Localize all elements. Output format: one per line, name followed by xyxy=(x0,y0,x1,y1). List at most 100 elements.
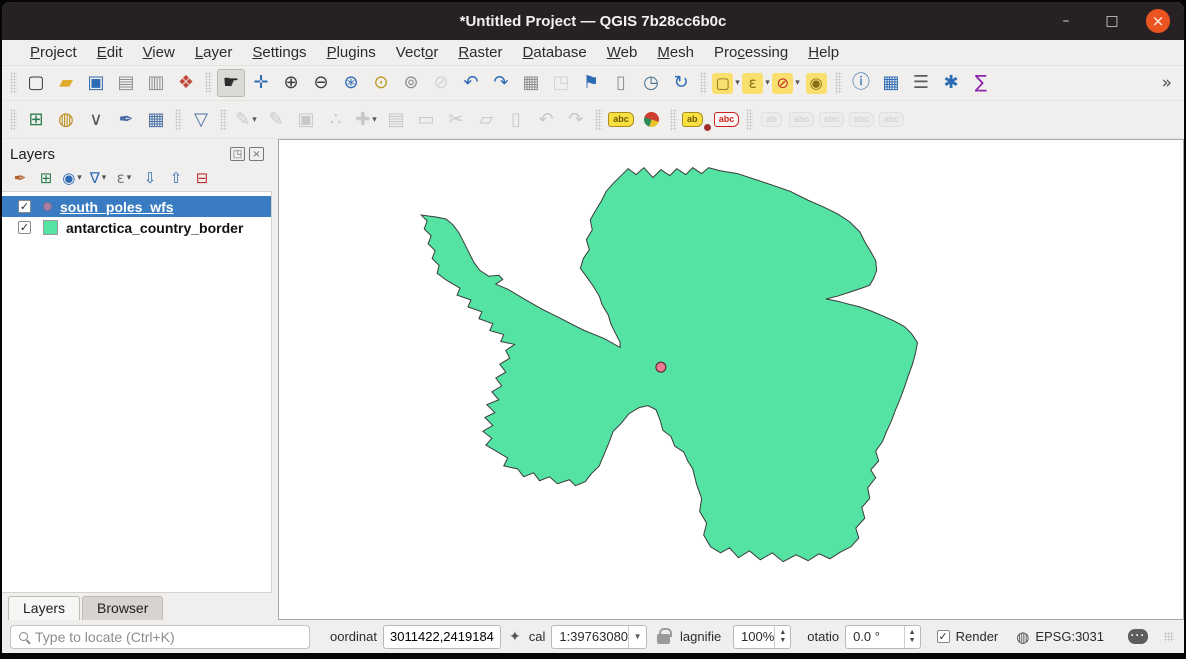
temporal-controller-button[interactable]: ◷ xyxy=(637,69,665,97)
zoom-last-button[interactable]: ↶ xyxy=(457,69,485,97)
map-canvas[interactable] xyxy=(278,139,1184,620)
tab-browser[interactable]: Browser xyxy=(82,596,163,620)
spin-arrows-icon[interactable]: ▲▼ xyxy=(774,626,790,648)
scale-combobox[interactable]: 1:39763080 ▼ xyxy=(551,625,647,649)
statistical-summary-button[interactable]: ☰ xyxy=(907,69,935,97)
add-group-button[interactable]: ⊞ xyxy=(34,167,58,189)
layer-item-antarctica_country_border[interactable]: ✓antarctica_country_border xyxy=(2,217,271,238)
tab-layers[interactable]: Layers xyxy=(8,596,80,620)
manage-map-themes-button[interactable]: ◉▾ xyxy=(60,167,84,189)
render-checkbox[interactable]: ✓ xyxy=(937,630,950,643)
menu-mesh[interactable]: Mesh xyxy=(647,42,704,63)
filter-legend-button[interactable]: ∇▾ xyxy=(86,167,110,189)
lock-scale-icon[interactable] xyxy=(657,634,670,644)
zoom-to-layer-button[interactable]: ⊚ xyxy=(397,69,425,97)
pan-map-to-selection-button[interactable]: ✛ xyxy=(247,69,275,97)
data-source-manager-button[interactable]: ⊞ xyxy=(22,106,50,134)
zoom-out-button[interactable]: ⊖ xyxy=(307,69,335,97)
dropdown-arrow-icon[interactable]: ▾ xyxy=(795,78,800,88)
menu-raster[interactable]: Raster xyxy=(448,42,512,63)
messages-icon[interactable] xyxy=(1128,629,1148,644)
menu-project[interactable]: Project xyxy=(20,42,87,63)
filter-by-expression-button[interactable]: ε▾ xyxy=(112,167,136,189)
dropdown-arrow-icon[interactable]: ▾ xyxy=(735,78,740,88)
new-geopackage-layer-button[interactable]: ◍ xyxy=(52,106,80,134)
zoom-in-button[interactable]: ⊕ xyxy=(277,69,305,97)
show-spatial-bookmarks-button[interactable]: ▯ xyxy=(607,69,635,97)
dropdown-arrow-icon[interactable]: ▾ xyxy=(102,173,107,183)
new-spatial-bookmark-button[interactable]: ⚑ xyxy=(577,69,605,97)
spin-arrows-icon[interactable]: ▲▼ xyxy=(904,626,920,648)
menu-processing[interactable]: Processing xyxy=(704,42,798,63)
zoom-next-button[interactable]: ↷ xyxy=(487,69,515,97)
layer-diagram-options-button[interactable] xyxy=(637,106,665,134)
dropdown-arrow-icon[interactable]: ▾ xyxy=(765,78,770,88)
processing-toolbox-button[interactable]: ✱ xyxy=(937,69,965,97)
refresh-map-button[interactable]: ↻ xyxy=(667,69,695,97)
copy-features-icon: ▱ xyxy=(479,111,493,129)
extents-toggle-icon[interactable]: ✦ xyxy=(509,629,521,645)
layer-diagram-options-icon xyxy=(644,112,659,127)
expand-all-button[interactable]: ⇩ xyxy=(138,167,162,189)
new-print-layout-button[interactable]: ▤ xyxy=(112,69,140,97)
menu-settings[interactable]: Settings xyxy=(242,42,316,63)
select-by-expression-button[interactable]: ε▾ xyxy=(742,69,770,97)
crs-value[interactable]: EPSG:3031 xyxy=(1035,629,1104,644)
open-project-button[interactable]: ▰ xyxy=(52,69,80,97)
show-summary-sum-button[interactable]: ∑ xyxy=(967,69,995,97)
menu-plugins[interactable]: Plugins xyxy=(317,42,386,63)
new-spatialite-layer-button[interactable]: ✒ xyxy=(112,106,140,134)
save-project-button[interactable]: ▣ xyxy=(82,69,110,97)
show-layout-manager-button[interactable]: ▥ xyxy=(142,69,170,97)
coordinate-input[interactable] xyxy=(383,625,501,649)
menu-help[interactable]: Help xyxy=(798,42,849,63)
new-temporary-scratch-layer-button[interactable]: ▽ xyxy=(187,106,215,134)
close-button[interactable]: × xyxy=(1146,9,1170,33)
dropdown-arrow-icon[interactable]: ▾ xyxy=(372,115,377,125)
menu-layer[interactable]: Layer xyxy=(185,42,243,63)
minimize-button[interactable]: – xyxy=(1054,9,1078,33)
open-layer-styling-button[interactable]: ✒ xyxy=(8,167,32,189)
select-features-button[interactable]: ▢▾ xyxy=(712,69,740,97)
layer-visibility-checkbox[interactable]: ✓ xyxy=(18,221,31,234)
maximize-button[interactable]: □ xyxy=(1100,9,1124,33)
style-manager-button[interactable]: ❖ xyxy=(172,69,200,97)
panel-close-icon[interactable]: × xyxy=(249,147,264,161)
layer-visibility-checkbox[interactable]: ✓ xyxy=(18,200,31,213)
menu-vector[interactable]: Vector xyxy=(386,42,449,63)
dropdown-arrow-icon[interactable]: ▾ xyxy=(77,173,82,183)
zoom-full-button[interactable]: ⊛ xyxy=(337,69,365,97)
dropdown-arrow-icon[interactable]: ▾ xyxy=(127,173,132,183)
new-shapefile-layer-button[interactable]: ∨ xyxy=(82,106,110,134)
toolbar-row-2: ⊞◍∨✒▦▽✎▾✎▣∴✚▾▤▭✂▱▯↶↷abcababcababcabcabca… xyxy=(2,101,1184,139)
highlight-pinned-labels-button[interactable]: abc xyxy=(713,106,741,134)
dropdown-arrow-icon[interactable]: ▾ xyxy=(252,115,257,125)
pin-labels-button[interactable]: ab xyxy=(682,106,711,134)
zoom-to-selection-button[interactable]: ⊙ xyxy=(367,69,395,97)
new-map-view-button[interactable]: ▦ xyxy=(517,69,545,97)
remove-layer-button[interactable]: ⊟ xyxy=(190,167,214,189)
collapse-all-button[interactable]: ⇧ xyxy=(164,167,188,189)
layer-labeling-options-button[interactable]: abc xyxy=(607,106,635,134)
menu-database[interactable]: Database xyxy=(513,42,597,63)
pan-map-button[interactable]: ☛ xyxy=(217,69,245,97)
menu-view[interactable]: View xyxy=(133,42,185,63)
open-attribute-table-button[interactable]: ▦ xyxy=(877,69,905,97)
magnifier-spinbox[interactable]: 100% ▲▼ xyxy=(733,625,791,649)
identify-features-button[interactable]: ⓘ xyxy=(847,69,875,97)
locator-bar[interactable] xyxy=(10,625,310,649)
zoom-in-icon: ⊕ xyxy=(283,74,298,92)
layer-item-south_poles_wfs[interactable]: ✓south_poles_wfs xyxy=(2,196,271,217)
menu-edit[interactable]: Edit xyxy=(87,42,133,63)
resize-grip[interactable] xyxy=(1164,632,1174,642)
toolbar-overflow-icon[interactable]: » xyxy=(1162,73,1180,93)
scale-dropdown-icon[interactable]: ▼ xyxy=(628,626,646,648)
menu-web[interactable]: Web xyxy=(597,42,648,63)
select-by-value-button[interactable]: ◉ xyxy=(802,69,830,97)
rotation-spinbox[interactable]: 0.0 ° ▲▼ xyxy=(845,625,921,649)
deselect-all-button[interactable]: ⊘▾ xyxy=(772,69,800,97)
locator-input[interactable] xyxy=(35,629,301,645)
new-virtual-layer-button[interactable]: ▦ xyxy=(142,106,170,134)
panel-float-icon[interactable]: ◳ xyxy=(230,147,245,161)
new-project-button[interactable]: ▢ xyxy=(22,69,50,97)
